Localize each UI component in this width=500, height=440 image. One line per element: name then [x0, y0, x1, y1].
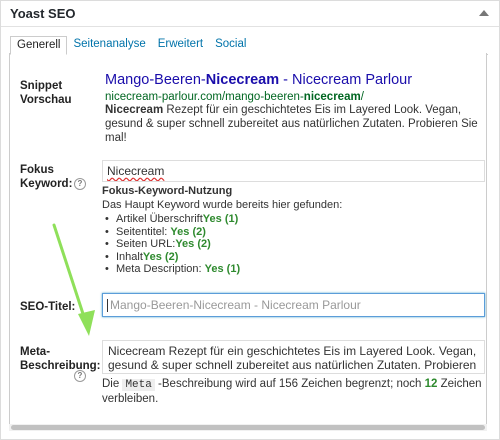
- usage-label: Seitentitel:: [116, 225, 171, 238]
- snippet-url[interactable]: nicecream-parlour.com/mango-beeren-nicec…: [105, 91, 364, 103]
- usage-result: Yes (1): [204, 263, 241, 275]
- list-item: Meta Description: Yes (1): [102, 263, 240, 276]
- usage-result: Yes (2): [175, 238, 211, 250]
- list-item: InhaltYes (2): [102, 251, 240, 264]
- usage-result: Yes (1): [202, 213, 239, 225]
- list-item: Seitentitel: Yes (2): [102, 226, 240, 239]
- usage-label: Meta Description:: [116, 263, 205, 275]
- usage-result: Yes (2): [170, 225, 206, 238]
- usage-label: Artikel Überschrift: [116, 213, 203, 225]
- meta-help-icon[interactable]: ?: [74, 370, 86, 382]
- counter-code: Meta: [122, 379, 155, 391]
- focus-help-icon[interactable]: ?: [74, 178, 86, 190]
- snippet-title-pre: Mango-Beeren-: [105, 72, 206, 88]
- usage-label: Seiten URL:: [116, 238, 176, 250]
- snippet-url-keyword: nicecream: [303, 91, 361, 103]
- focus-keyword-value: Nicecream: [107, 164, 165, 178]
- usage-label: Inhalt: [116, 250, 143, 263]
- metabox-header[interactable]: Yoast SEO: [1, 1, 499, 27]
- snippet-title[interactable]: Mango-Beeren-Nicecream - Nicecream Parlo…: [105, 72, 412, 88]
- list-item: Seiten URL:Yes (2): [102, 238, 240, 251]
- snippet-description[interactable]: Nicecream Rezept für ein geschichtetes E…: [105, 103, 480, 145]
- snippet-url-post: /: [360, 91, 364, 103]
- seo-title-placeholder: Mango-Beeren-Nicecream - Nicecream Parlo…: [110, 298, 361, 312]
- focus-usage-heading: Fokus-Keyword-Nutzung: [102, 185, 233, 197]
- collapse-toggle-icon[interactable]: [477, 7, 491, 21]
- counter-remaining: 12: [424, 378, 438, 390]
- list-item: Artikel ÜberschriftYes (1): [102, 213, 240, 226]
- focus-usage-intro: Das Haupt Keyword wurde bereits hier gef…: [102, 199, 343, 211]
- scrollbar-thumb[interactable]: [11, 425, 485, 430]
- seo-title-input[interactable]: Mango-Beeren-Nicecream - Nicecream Parlo…: [102, 293, 485, 317]
- snippet-url-pre: nicecream-parlour.com/mango-beeren-: [105, 91, 304, 103]
- meta-description-textarea[interactable]: Nicecream Rezept für ein geschichtetes E…: [102, 340, 485, 374]
- snippet-preview-label: Snippet Vorschau: [20, 80, 72, 106]
- snippet-title-post: - Nicecream Parlour: [279, 72, 413, 88]
- snippet-title-keyword: Nicecream: [205, 72, 280, 88]
- seo-title-label: SEO-Titel:: [20, 301, 76, 313]
- counter-text: -Beschreibung wird auf 156 Zeichen begre…: [154, 378, 425, 390]
- focus-usage-list: Artikel ÜberschriftYes (1) Seitentitel: …: [102, 213, 240, 276]
- focus-keyword-input[interactable]: Nicecream: [102, 160, 485, 182]
- tab-generell[interactable]: Generell: [10, 36, 68, 55]
- snippet-desc-keyword: Nicecream: [105, 104, 164, 116]
- meta-description-label: Meta-Beschreibung:: [20, 346, 101, 372]
- focus-keyword-label: Fokus Keyword:: [20, 164, 73, 190]
- text-caret: [107, 299, 108, 313]
- horizontal-scrollbar[interactable]: [9, 424, 487, 431]
- usage-result: Yes (2): [142, 250, 179, 263]
- meta-character-counter: Die Meta -Beschreibung wird auf 156 Zeic…: [102, 377, 482, 406]
- counter-text: Die: [102, 378, 123, 390]
- metabox-title: Yoast SEO: [10, 6, 76, 21]
